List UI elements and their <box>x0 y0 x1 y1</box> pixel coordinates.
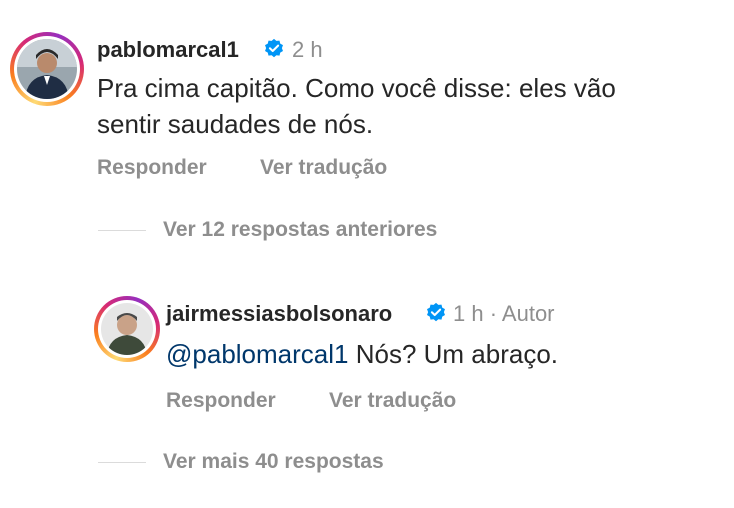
reply-reply-button[interactable]: Responder <box>166 389 276 413</box>
replies-divider <box>98 230 146 231</box>
comment-time: 2 h <box>292 37 323 62</box>
reply-username[interactable]: jairmessiasbolsonaro <box>166 301 392 327</box>
comment-reply-button[interactable]: Responder <box>97 156 207 180</box>
avatar-photo <box>101 303 153 355</box>
view-more-replies-button[interactable]: Ver mais 40 respostas <box>163 450 384 474</box>
reply-time-author: 1 h · Autor <box>453 301 555 326</box>
verified-badge-icon <box>427 302 445 322</box>
comment-text-line2: sentir saudades de nós. <box>97 109 374 139</box>
avatar-jairmessiasbolsonaro[interactable] <box>94 296 160 362</box>
view-previous-replies-button[interactable]: Ver 12 respostas anteriores <box>163 218 437 242</box>
comment-translate-button[interactable]: Ver tradução <box>260 156 387 180</box>
comment-text-line1: Pra cima capitão. Como você disse: eles … <box>97 73 616 103</box>
reply-text-body: Nós? Um abraço. <box>348 339 559 369</box>
comment-username[interactable]: pablomarcal1 <box>97 37 239 63</box>
avatar-pablomarcal1[interactable] <box>10 32 84 106</box>
reply-text: @pablomarcal1 Nós? Um abraço. <box>166 336 558 372</box>
avatar-photo <box>17 39 77 99</box>
reply-mention-link[interactable]: @pablomarcal1 <box>166 339 348 369</box>
reply-translate-button[interactable]: Ver tradução <box>329 389 456 413</box>
verified-badge-icon <box>265 38 283 58</box>
more-replies-divider <box>98 462 146 463</box>
